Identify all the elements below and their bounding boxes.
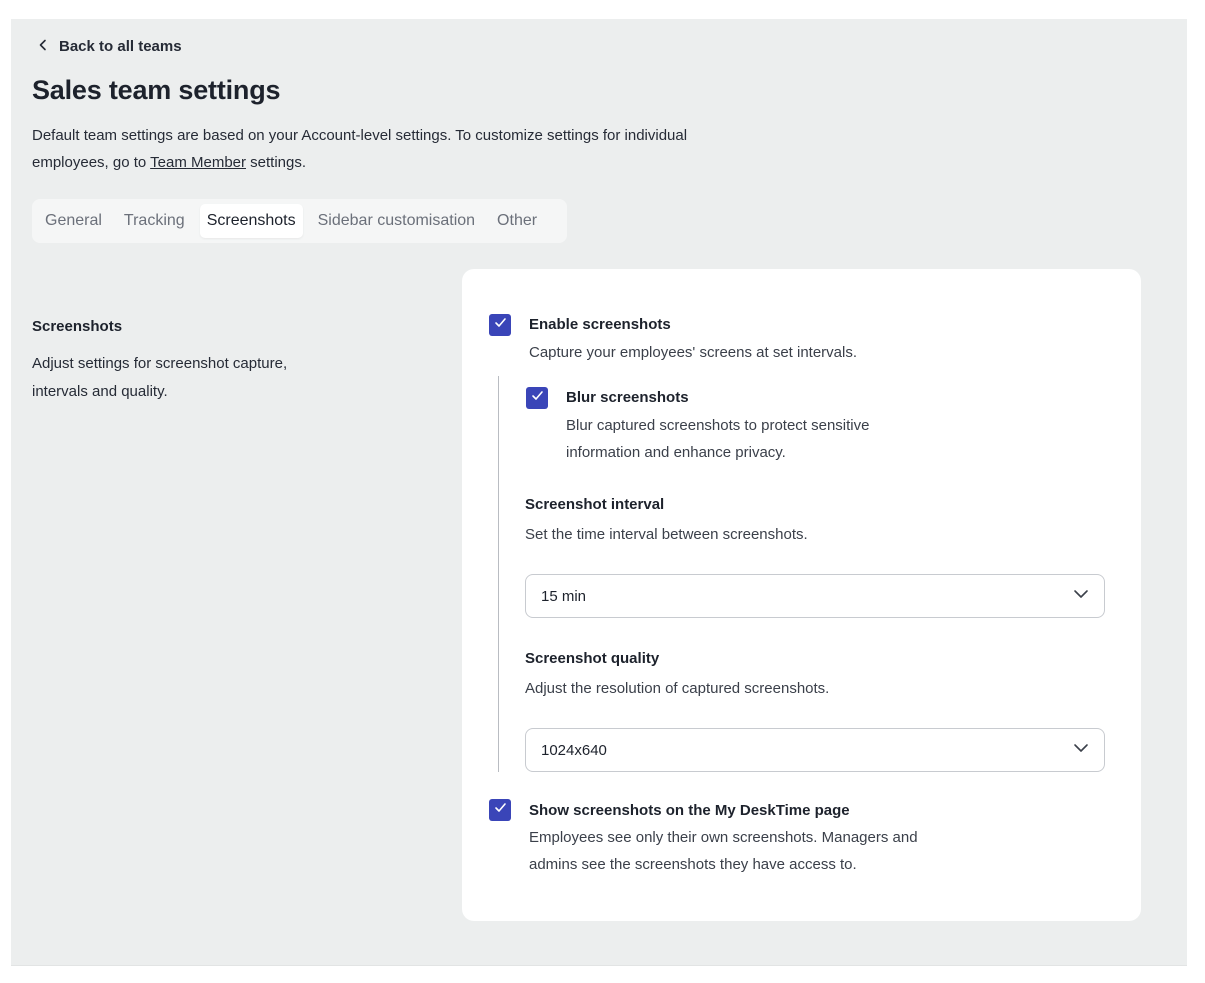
nested-options-divider xyxy=(498,376,499,772)
enable-screenshots-checkbox[interactable] xyxy=(489,314,511,336)
settings-tabs: General Tracking Screenshots Sidebar cus… xyxy=(32,199,567,243)
description-text-end: settings. xyxy=(246,154,307,171)
checkmark-icon xyxy=(494,801,507,819)
tab-screenshots[interactable]: Screenshots xyxy=(199,204,303,238)
screenshot-quality-select[interactable]: 1024x640 xyxy=(525,728,1105,772)
chevron-left-icon xyxy=(37,38,49,55)
blur-screenshots-checkbox[interactable] xyxy=(526,387,548,409)
screenshots-settings-card: Enable screenshots Capture your employee… xyxy=(462,269,1141,921)
section-description: Adjust settings for screenshot capture, … xyxy=(32,355,288,400)
back-to-teams-link[interactable]: Back to all teams xyxy=(37,38,182,55)
team-member-link[interactable]: Team Member xyxy=(150,154,246,171)
tab-sidebar-customisation[interactable]: Sidebar customisation xyxy=(311,204,482,238)
enable-screenshots-description: Capture your employees' screens at set i… xyxy=(529,344,858,361)
screenshot-quality-value: 1024x640 xyxy=(541,741,607,759)
screenshot-quality-label: Screenshot quality xyxy=(525,650,660,667)
tab-other[interactable]: Other xyxy=(490,204,544,238)
chevron-down-icon xyxy=(1072,585,1090,607)
back-link-label: Back to all teams xyxy=(59,38,182,55)
show-on-my-desktime-checkbox[interactable] xyxy=(489,799,511,821)
tab-general[interactable]: General xyxy=(38,204,109,238)
description-text: Default team settings are based on your … xyxy=(32,127,688,171)
chevron-down-icon xyxy=(1072,739,1090,761)
enable-screenshots-label: Enable screenshots xyxy=(529,316,671,333)
screenshot-interval-value: 15 min xyxy=(541,587,587,605)
page-title: Sales team settings xyxy=(32,75,281,105)
checkmark-icon xyxy=(494,316,507,334)
blur-screenshots-description: Blur captured screenshots to protect sen… xyxy=(566,417,870,461)
screenshot-quality-description: Adjust the resolution of captured screen… xyxy=(525,680,830,697)
show-on-my-desktime-description: Employees see only their own screenshots… xyxy=(529,829,918,873)
checkmark-icon xyxy=(531,389,544,407)
section-title: Screenshots xyxy=(32,318,123,335)
settings-page: Back to all teams Sales team settings De… xyxy=(11,19,1187,966)
show-on-my-desktime-label: Show screenshots on the My DeskTime page xyxy=(529,802,850,819)
screenshot-interval-description: Set the time interval between screenshot… xyxy=(525,526,808,543)
screenshot-interval-label: Screenshot interval xyxy=(525,496,665,513)
page-description: Default team settings are based on your … xyxy=(32,122,722,176)
tab-tracking[interactable]: Tracking xyxy=(117,204,192,238)
blur-screenshots-label: Blur screenshots xyxy=(566,389,689,406)
screenshot-interval-select[interactable]: 15 min xyxy=(525,574,1105,618)
